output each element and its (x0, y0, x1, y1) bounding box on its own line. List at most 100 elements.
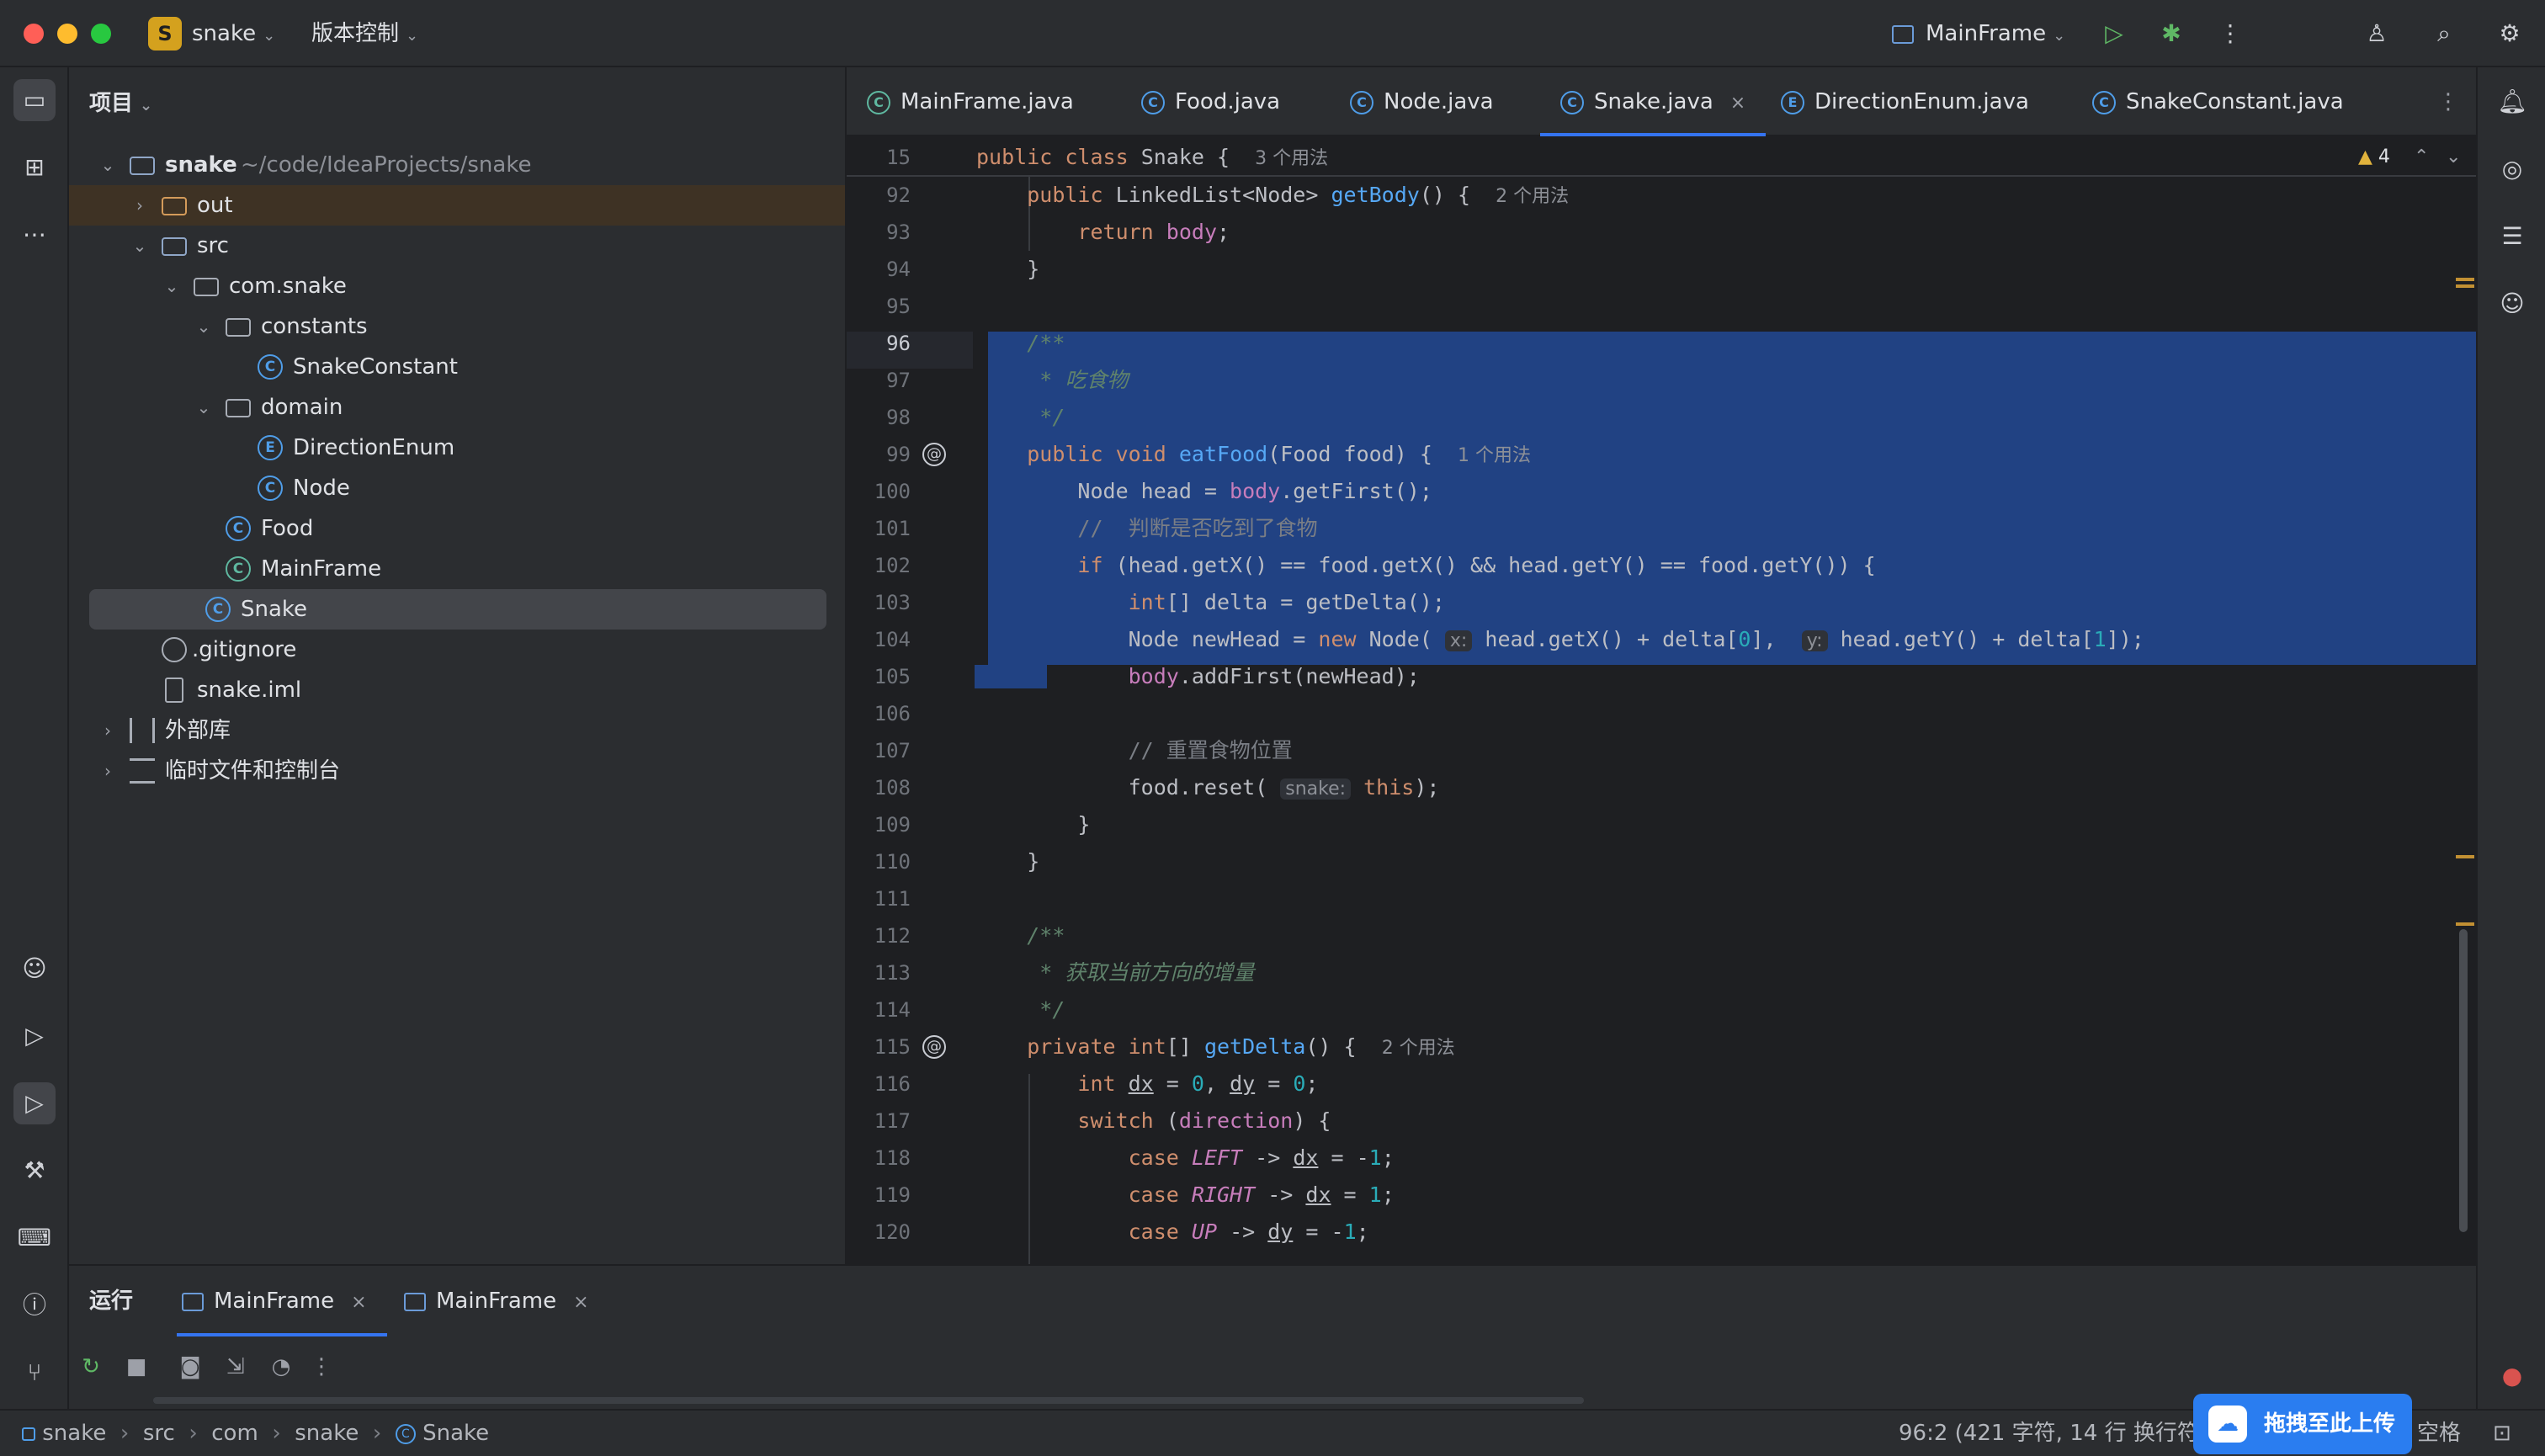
tree-item-domain[interactable]: ⌄ domain (89, 387, 826, 428)
chevron-down-icon[interactable]: ⌄ (194, 387, 214, 428)
close-icon[interactable]: × (351, 1292, 366, 1313)
tree-item-node[interactable]: C Node (89, 468, 826, 508)
window-maximize-button[interactable] (91, 24, 111, 44)
tree-item-constants[interactable]: ⌄ constants (89, 306, 826, 347)
code-line[interactable]: } (976, 843, 1039, 880)
lock-icon[interactable]: ⊡ (2493, 1411, 2511, 1456)
add-user-icon[interactable]: ♙ (2358, 15, 2395, 52)
code-line[interactable]: case RIGHT -> dx = 1; (976, 1177, 1395, 1214)
chevron-down-icon[interactable]: ⌄ (98, 145, 118, 185)
tree-item-snake-class[interactable]: C Snake (89, 589, 826, 630)
tree-item-com-snake[interactable]: ⌄ com.snake (89, 266, 826, 306)
editor-gutter[interactable]: 92 93 94 95 96 97 98 99 @ 100 101 102 10… (847, 177, 973, 1264)
console-scrollbar[interactable] (153, 1397, 1584, 1404)
code-line[interactable]: // 判断是否吃到了食物 (976, 510, 1317, 547)
run-tab-mainframe-1[interactable]: MainFrame × (177, 1266, 387, 1336)
avatar-icon[interactable]: ● (2491, 1355, 2533, 1397)
stop-icon[interactable]: ■ (120, 1350, 153, 1384)
more-options-icon[interactable]: ⋮ (2212, 15, 2249, 52)
warning-stripe[interactable] (2456, 922, 2474, 926)
chevron-right-icon[interactable]: › (98, 751, 118, 791)
indent-setting[interactable]: 空格 (2417, 1411, 2461, 1456)
tree-item-scratches[interactable]: › 临时文件和控制台 (89, 751, 826, 791)
implements-icon[interactable]: @ (922, 443, 946, 466)
chevron-down-icon[interactable]: ⌄ (130, 226, 150, 266)
code-line[interactable]: if (head.getX() == food.getX() && head.g… (976, 547, 1875, 584)
breadcrumb-item[interactable]: src (143, 1421, 175, 1446)
tree-item-snake-iml[interactable]: snake.iml (89, 670, 826, 710)
code-line[interactable]: } (976, 251, 1039, 288)
tree-item-gitignore[interactable]: .gitignore (89, 630, 826, 670)
breadcrumb-item[interactable]: Snake (422, 1421, 489, 1446)
more-options-icon[interactable]: ⋮ (305, 1350, 338, 1384)
project-badge[interactable]: S (148, 17, 182, 50)
chevron-down-icon[interactable]: ⌄ (162, 266, 182, 306)
plugin-icon[interactable]: ☺ (2491, 283, 2533, 325)
rerun-icon[interactable]: ↻ (74, 1350, 108, 1384)
settings-icon[interactable]: ⚙ (2491, 15, 2528, 52)
code-line[interactable]: public void eatFood(Food food) { 1 个用法 (976, 436, 1531, 473)
plugins-icon[interactable]: ☺ (13, 948, 56, 990)
code-line[interactable]: int dx = 0, dy = 0; (976, 1065, 1318, 1103)
more-tools-icon[interactable]: ⋯ (13, 214, 56, 256)
code-line[interactable]: case UP -> dy = -1; (976, 1214, 1369, 1251)
run-tool-icon[interactable]: ▷ (13, 1082, 56, 1124)
screenshot-icon[interactable]: ◙ (173, 1350, 207, 1384)
code-line[interactable]: // 重置食物位置 (976, 732, 1293, 769)
code-line[interactable]: * 吃食物 (976, 362, 1128, 399)
run-tab-mainframe-2[interactable]: MainFrame × (404, 1266, 589, 1336)
code-line[interactable]: private int[] getDelta() { 2 个用法 (976, 1028, 1454, 1065)
tree-item-directionenum[interactable]: E DirectionEnum (89, 428, 826, 468)
code-line[interactable]: */ (976, 991, 1065, 1028)
code-line[interactable]: food.reset( snake: this); (976, 769, 1439, 806)
structure-icon[interactable]: ⊞ (13, 146, 56, 189)
tree-item-src[interactable]: ⌄ src (89, 226, 826, 266)
cursor-position[interactable]: 96:2 (421 字符, 14 行 换行符 (1899, 1411, 2199, 1456)
tree-item-external-libraries[interactable]: › 外部库 (89, 710, 826, 751)
code-line[interactable] (976, 288, 989, 325)
folder-icon[interactable]: ▭ (13, 79, 56, 121)
ai-assistant-icon[interactable]: ◎ (2491, 148, 2533, 190)
code-line[interactable]: /** (976, 917, 1065, 954)
tree-item-out[interactable]: › out (69, 185, 845, 226)
tree-item-snake[interactable]: ⌄ snake ~/code/IdeaProjects/snake (89, 145, 826, 185)
code-line[interactable]: body.addFirst(newHead); (976, 658, 1420, 695)
tab-mainframe[interactable]: C MainFrame.java (867, 67, 1074, 136)
implements-icon[interactable]: @ (922, 1035, 946, 1059)
vcs-menu[interactable]: 版本控制 ⌄ (311, 19, 418, 51)
warning-stripe[interactable] (2456, 284, 2474, 288)
build-icon[interactable]: ⚒ (13, 1150, 56, 1192)
run-icon[interactable]: ▷ (2096, 15, 2133, 52)
tree-item-snakeconstant[interactable]: C SnakeConstant (89, 347, 826, 387)
database-icon[interactable]: ☰ (2491, 215, 2533, 258)
code-line[interactable]: Node newHead = new Node( x: head.getX() … (976, 621, 2144, 658)
problems-icon[interactable]: ⓘ (13, 1284, 56, 1326)
upload-drop-button[interactable]: ☁ 拖拽至此上传 (2193, 1394, 2412, 1454)
warning-stripe[interactable] (2456, 278, 2474, 281)
warning-stripe[interactable] (2456, 855, 2474, 858)
breadcrumb-item[interactable]: com (211, 1421, 258, 1446)
tab-snakeconstant[interactable]: C SnakeConstant.java (2092, 67, 2344, 136)
chevron-down-icon[interactable]: ⌄ (194, 306, 214, 347)
coverage-icon[interactable]: ◔ (264, 1350, 298, 1384)
code-line[interactable]: * 获取当前方向的增量 (976, 954, 1254, 991)
project-selector[interactable]: snake ⌄ (192, 19, 275, 51)
code-line[interactable]: /** (976, 325, 1065, 362)
warnings-indicator[interactable]: ▲ 4 (2358, 138, 2390, 177)
git-icon[interactable]: ⑂ (13, 1352, 56, 1394)
tab-node[interactable]: C Node.java (1350, 67, 1494, 136)
terminal-icon[interactable]: ⌨ (13, 1217, 56, 1259)
close-icon[interactable]: × (1730, 93, 1745, 114)
chevron-down-icon[interactable]: ⌄ (2446, 138, 2461, 177)
tab-snake[interactable]: C Snake.java × (1540, 67, 1767, 136)
window-close-button[interactable] (24, 24, 44, 44)
breadcrumb-item[interactable]: snake (295, 1421, 359, 1446)
code-line[interactable]: public LinkedList<Node> getBody() { 2 个用… (976, 177, 1569, 214)
project-panel-header[interactable]: 项目 ⌄ (89, 86, 152, 117)
run-config-selector[interactable]: MainFrame ⌄ (1892, 19, 2065, 51)
code-line[interactable]: switch (direction) { (976, 1103, 1331, 1140)
code-line[interactable] (976, 880, 989, 917)
search-icon[interactable]: ⌕ (2425, 15, 2463, 52)
code-line[interactable]: */ (976, 399, 1065, 436)
code-line[interactable]: } (976, 806, 1090, 843)
